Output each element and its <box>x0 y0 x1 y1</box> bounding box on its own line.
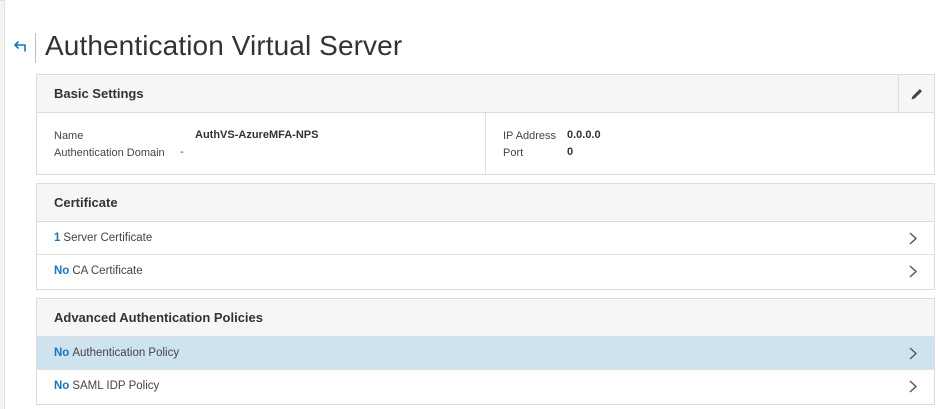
edit-button[interactable] <box>898 75 934 112</box>
basic-settings-header: Basic Settings <box>37 75 934 113</box>
back-arrow-icon[interactable] <box>12 41 28 55</box>
basic-settings-panel: Basic Settings Name AuthVS-AzureMFA-NPS … <box>36 74 935 175</box>
certificate-panel: Certificate 1 Server Certificate No CA Cer… <box>36 183 935 290</box>
saml-idp-policy-label: SAML IDP Policy <box>72 380 160 392</box>
advanced-policies-list: No Authentication Policy No SAML IDP Polic… <box>37 337 934 403</box>
ca-certificate-count: No <box>54 265 70 277</box>
saml-idp-policy-row[interactable]: No SAML IDP Policy <box>37 370 934 403</box>
port-label: Port <box>503 147 524 159</box>
chevron-right-icon <box>909 347 918 360</box>
server-certificate-count: 1 <box>54 232 61 244</box>
authentication-policy-label: Authentication Policy <box>72 347 180 359</box>
chevron-right-icon <box>909 265 918 278</box>
server-certificate-label: Server Certificate <box>63 232 153 244</box>
basic-settings-title: Basic Settings <box>54 86 144 101</box>
name-value: AuthVS-AzureMFA-NPS <box>195 129 319 141</box>
advanced-policies-title: Advanced Authentication Policies <box>54 310 264 325</box>
chevron-right-icon <box>909 380 918 393</box>
authentication-policy-count: No <box>54 347 70 359</box>
pencil-icon <box>911 88 922 99</box>
authentication-policy-row[interactable]: No Authentication Policy <box>37 337 934 370</box>
name-label: Name <box>54 130 84 142</box>
ca-certificate-row[interactable]: No CA Certificate <box>37 255 934 288</box>
advanced-policies-header: Advanced Authentication Policies <box>37 299 934 337</box>
basic-settings-body: Name AuthVS-AzureMFA-NPS Authentication … <box>37 113 934 174</box>
column-divider <box>485 113 486 174</box>
certificate-title: Certificate <box>54 195 118 210</box>
advanced-policies-panel: Advanced Authentication Policies No Authe… <box>36 298 935 405</box>
page-title: Authentication Virtual Server <box>45 30 403 61</box>
auth-domain-value: - <box>180 146 184 158</box>
saml-idp-policy-count: No <box>54 380 70 392</box>
certificate-list: 1 Server Certificate No CA Certificate <box>37 222 934 288</box>
ip-address-label: IP Address <box>503 130 556 142</box>
title-divider <box>35 33 36 63</box>
server-certificate-row[interactable]: 1 Server Certificate <box>37 222 934 255</box>
ca-certificate-label: CA Certificate <box>72 265 143 277</box>
port-value: 0 <box>567 146 574 158</box>
chevron-right-icon <box>909 232 918 245</box>
auth-domain-label: Authentication Domain <box>54 147 165 159</box>
ip-address-value: 0.0.0.0 <box>567 129 601 141</box>
certificate-header: Certificate <box>37 184 934 222</box>
